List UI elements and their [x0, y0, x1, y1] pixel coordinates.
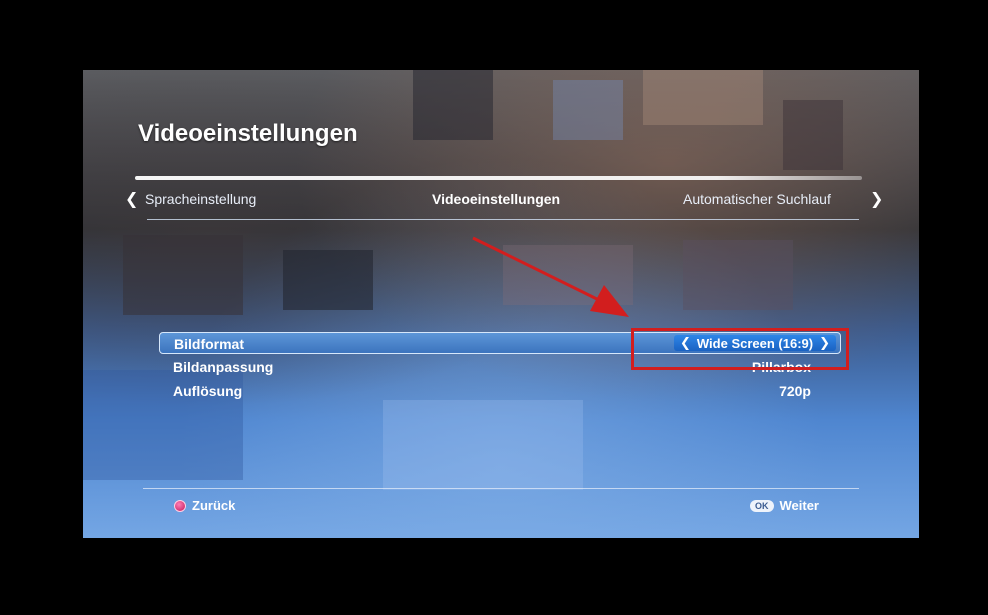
footer: Zurück OK Weiter [83, 495, 919, 515]
back-label: Zurück [192, 498, 236, 513]
settings-tabs: ❮ Spracheinstellung Videoeinstellungen A… [83, 185, 919, 215]
chevron-right-icon[interactable]: ❯ [870, 189, 883, 209]
tab-spracheinstellung[interactable]: Spracheinstellung [145, 191, 256, 207]
setting-label: Auflösung [173, 383, 243, 399]
tab-videoeinstellungen[interactable]: Videoeinstellungen [432, 191, 560, 207]
back-button[interactable]: Zurück [174, 498, 235, 513]
ok-button-icon: OK [750, 499, 774, 512]
next-button[interactable]: OK Weiter [750, 498, 819, 513]
setting-row-aufloesung[interactable]: Auflösung 720p [159, 380, 859, 402]
title-divider [135, 176, 862, 180]
tv-screen: Videoeinstellungen ❮ Spracheinstellung V… [83, 70, 919, 538]
tabs-divider [147, 219, 859, 220]
red-button-icon [174, 499, 186, 512]
setting-value: 720p [779, 383, 811, 399]
page-title: Videoeinstellungen [138, 120, 358, 147]
footer-divider [143, 488, 859, 489]
setting-label: Bildanpassung [173, 359, 274, 375]
next-label: Weiter [779, 498, 820, 513]
tab-automatischer-suchlauf[interactable]: Automatischer Suchlauf [683, 191, 831, 207]
chevron-left-icon[interactable]: ❮ [125, 189, 138, 209]
setting-label: Bildformat [174, 336, 244, 352]
annotation-highlight-box [631, 328, 849, 370]
